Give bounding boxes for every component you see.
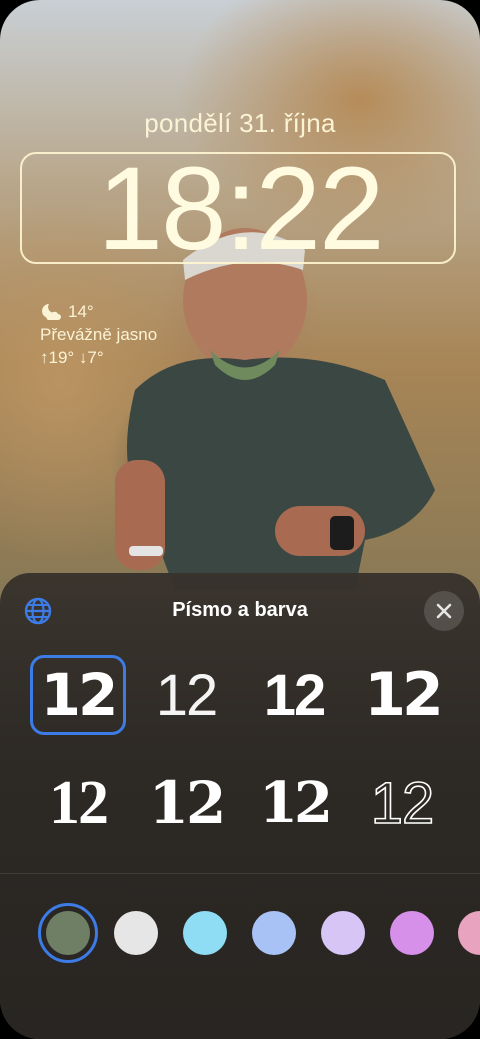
font-sample: 12 xyxy=(263,662,326,728)
weather-range: ↑19° ↓7° xyxy=(40,348,104,367)
font-sample: 12 xyxy=(259,770,333,836)
font-options: 12 12 12 12 12 12 12 12 xyxy=(20,651,460,881)
font-sample: 12 xyxy=(148,769,227,837)
weather-condition: Převážně jasno xyxy=(40,325,158,344)
font-option-rounded-bold[interactable]: 12 xyxy=(30,655,126,735)
color-swatch-lavender[interactable] xyxy=(321,911,365,955)
color-swatch-cyan[interactable] xyxy=(183,911,227,955)
font-sample: 12 xyxy=(370,770,435,837)
font-sample: 12 xyxy=(155,662,218,728)
font-sample: 12 xyxy=(364,660,443,730)
font-sample: 12 xyxy=(40,661,119,729)
color-swatch-white[interactable] xyxy=(114,911,158,955)
font-sample: 12 xyxy=(49,768,109,837)
font-color-sheet: Písmo a barva 12 12 12 12 12 12 12 12 xyxy=(0,573,480,1039)
lock-screen: pondělí 31. října 18:22 14° Převážně jas… xyxy=(0,0,480,1039)
font-option-slab[interactable]: 12 xyxy=(246,763,342,843)
moon-cloud-icon xyxy=(42,303,61,320)
close-icon xyxy=(436,603,452,619)
close-button[interactable] xyxy=(424,591,464,631)
font-option-serif-light[interactable]: 12 xyxy=(30,763,126,843)
font-option-outline[interactable]: 12 xyxy=(354,763,450,843)
font-option-thin[interactable]: 12 xyxy=(138,655,234,735)
lock-date: pondělí 31. října xyxy=(144,108,336,138)
color-swatch-pink[interactable] xyxy=(458,911,480,955)
font-option-heavy[interactable]: 12 xyxy=(354,655,450,735)
font-option-serif-bold[interactable]: 12 xyxy=(138,763,234,843)
font-option-bold[interactable]: 12 xyxy=(246,655,342,735)
sheet-title: Písmo a barva xyxy=(172,599,308,621)
weather-temp: 14° xyxy=(68,302,94,321)
weather-widget[interactable]: 14° Převážně jasno ↑19° ↓7° xyxy=(40,300,157,369)
color-swatch-blue[interactable] xyxy=(252,911,296,955)
lock-clock[interactable]: 18:22 xyxy=(0,144,480,274)
section-divider xyxy=(0,873,480,874)
color-swatches xyxy=(0,903,480,963)
color-swatch-purple[interactable] xyxy=(390,911,434,955)
color-swatch-green[interactable] xyxy=(38,903,98,963)
